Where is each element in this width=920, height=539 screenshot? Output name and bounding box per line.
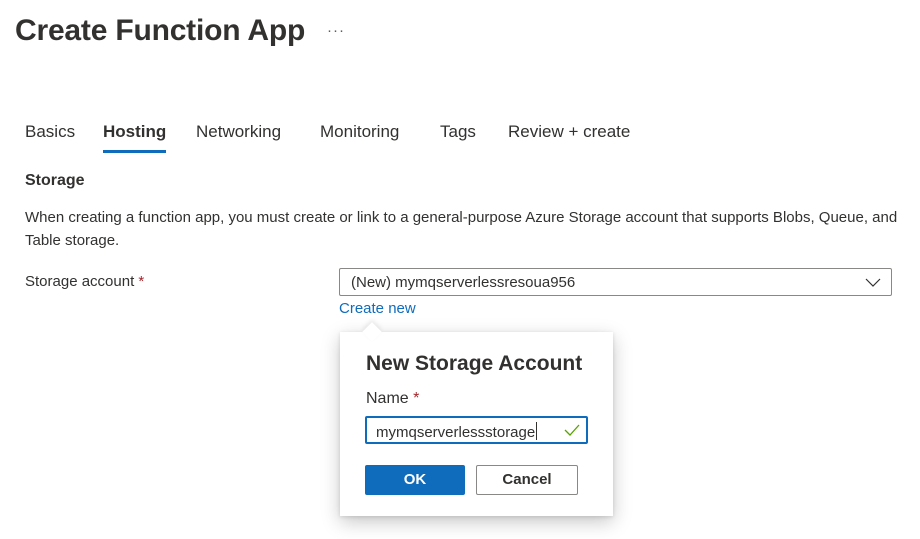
create-new-link[interactable]: Create new xyxy=(339,300,416,317)
storage-account-dropdown[interactable]: (New) mymqserverlessresoua956 xyxy=(339,268,892,296)
required-marker: * xyxy=(413,390,420,407)
new-storage-account-callout: New Storage Account Name * mymqserverles… xyxy=(340,322,613,516)
name-label-text: Name xyxy=(366,390,409,407)
ok-button[interactable]: OK xyxy=(365,465,465,495)
callout-title: New Storage Account xyxy=(366,352,583,375)
tab-monitoring[interactable]: Monitoring xyxy=(320,122,399,154)
callout-beak xyxy=(362,322,382,342)
storage-account-selected-value: (New) mymqserverlessresoua956 xyxy=(351,274,576,291)
tab-networking[interactable]: Networking xyxy=(196,122,281,154)
text-caret xyxy=(536,422,538,440)
tab-tags[interactable]: Tags xyxy=(440,122,476,154)
name-input[interactable]: mymqserverlessstorage xyxy=(365,416,588,444)
tab-basics[interactable]: Basics xyxy=(25,122,75,154)
tab-review-create[interactable]: Review + create xyxy=(508,122,630,154)
required-marker: * xyxy=(138,273,145,290)
storage-account-label: Storage account * xyxy=(25,273,144,290)
more-options-button[interactable]: ··· xyxy=(327,22,345,39)
tab-hosting[interactable]: Hosting xyxy=(103,122,167,154)
name-input-value: mymqserverlessstorage xyxy=(376,424,536,441)
cancel-button[interactable]: Cancel xyxy=(476,465,578,495)
page-title: Create Function App xyxy=(15,14,306,47)
storage-account-label-text: Storage account xyxy=(25,273,135,290)
name-label: Name * xyxy=(366,390,419,408)
section-title-storage: Storage xyxy=(25,172,85,189)
chevron-down-icon xyxy=(865,278,881,287)
storage-description: When creating a function app, you must c… xyxy=(25,209,898,249)
checkmark-icon xyxy=(564,424,580,436)
